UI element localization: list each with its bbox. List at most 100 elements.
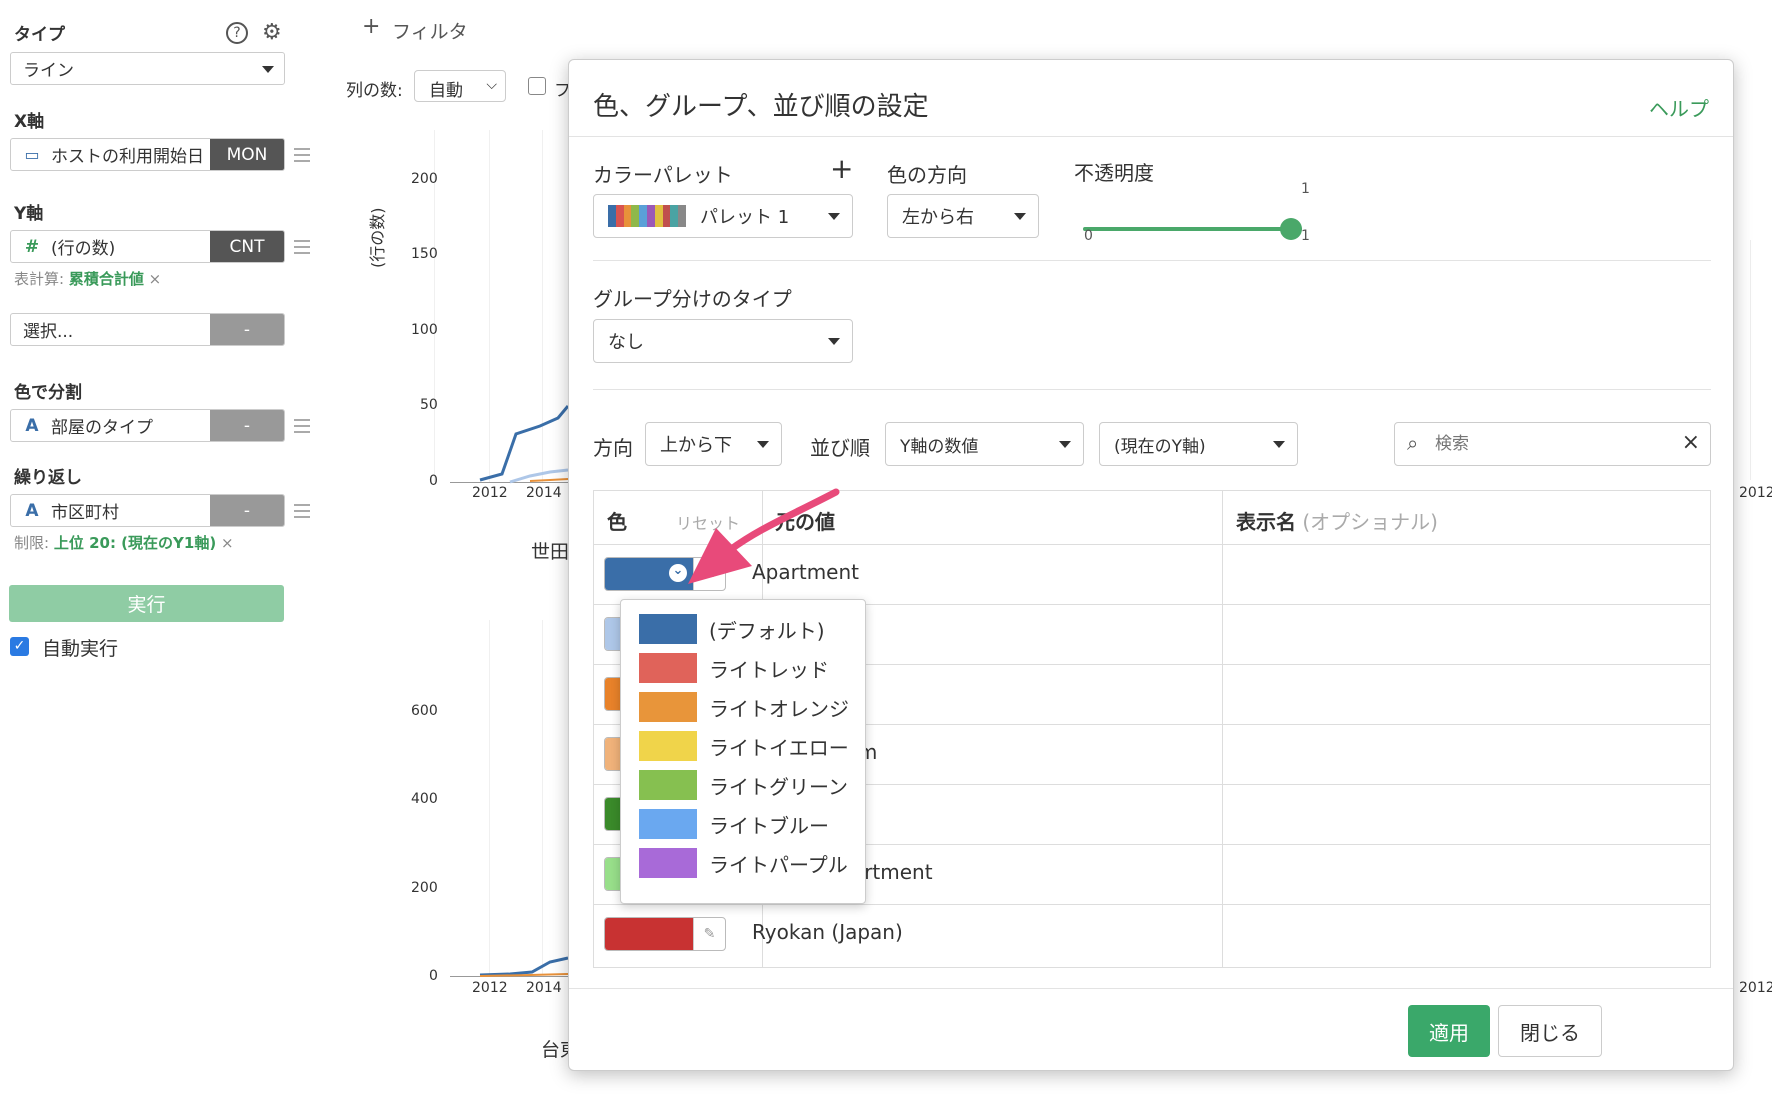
color-split-menu-icon[interactable] — [294, 419, 310, 433]
chevron-down-icon — [828, 213, 840, 220]
row-color-button[interactable]: ✎ — [604, 917, 726, 951]
type-label: タイプ — [14, 25, 65, 45]
x-tick: 2014 — [526, 980, 562, 996]
gear-icon[interactable]: ⚙ — [262, 20, 282, 45]
color-option[interactable]: ライトレッド — [639, 652, 829, 684]
x-axis-field-name: ホストの利用開始日 — [51, 147, 204, 167]
row-display-name-input[interactable] — [1223, 604, 1711, 664]
opacity-slider[interactable] — [1083, 211, 1302, 249]
group-type-select[interactable]: なし — [593, 319, 853, 363]
color-option-label: ライトパープル — [709, 852, 848, 877]
limit-info: 制限: 上位 20: (現在のY1軸) × — [14, 532, 234, 553]
group-type-value: なし — [608, 332, 644, 353]
repeat-field-name: 市区町村 — [51, 503, 119, 523]
opacity-max: 1 — [1301, 228, 1310, 244]
order-direction-label: 方向 — [593, 436, 633, 460]
table-calc-value[interactable]: 累積合計値 — [69, 270, 144, 288]
sort-label: 並び順 — [810, 436, 870, 460]
row-display-name-input[interactable] — [1223, 844, 1711, 904]
color-option-label: ライトグリーン — [709, 774, 848, 799]
color-split-field[interactable]: A 部屋のタイプ - — [10, 409, 285, 442]
color-option-swatch — [639, 653, 697, 683]
color-option[interactable]: ライトブルー — [639, 808, 829, 840]
columns-select[interactable]: 自動 ⌵ — [414, 70, 506, 102]
close-icon[interactable]: × — [149, 270, 162, 288]
extra-field-badge[interactable]: - — [210, 314, 284, 345]
search-icon: ⌕ — [1407, 431, 1419, 455]
opacity-label: 不透明度 — [1074, 161, 1154, 185]
palette-color-swatch — [639, 205, 647, 227]
auto-run-checkbox[interactable]: ✓ — [10, 637, 29, 656]
columns-value: 自動 — [429, 81, 463, 101]
row-color-swatch[interactable] — [605, 918, 693, 950]
row-display-name-input[interactable] — [1223, 664, 1711, 724]
apply-button[interactable]: 適用 — [1408, 1005, 1490, 1057]
chevron-down-icon — [1014, 213, 1026, 220]
eyedropper-icon[interactable]: ✎ — [693, 918, 725, 950]
row-display-name-input[interactable] — [1223, 724, 1711, 784]
chart-type-select[interactable]: ライン — [10, 52, 285, 85]
color-direction-select[interactable]: 左から右 — [887, 194, 1039, 238]
series-line — [479, 956, 569, 977]
table-calc-info: 表計算: 累積合計値 × — [14, 268, 161, 289]
search-box[interactable]: ⌕ × — [1394, 422, 1711, 466]
x-axis-field[interactable]: ▭ ホストの利用開始日 MON — [10, 138, 285, 171]
y-axis-menu-icon[interactable] — [294, 240, 310, 254]
y-axis-field[interactable]: # (行の数) CNT — [10, 230, 285, 263]
color-option-label: ライトブルー — [709, 813, 829, 838]
x-axis-aggregation-badge[interactable]: MON — [210, 139, 284, 170]
palette-label: カラーパレット — [593, 163, 733, 187]
clear-icon[interactable]: × — [1682, 430, 1700, 455]
row-display-name-input[interactable] — [1223, 544, 1711, 604]
extra-field-select[interactable]: 選択... - — [10, 313, 285, 346]
run-button[interactable]: 実行 — [9, 585, 284, 622]
chart-option-checkbox[interactable] — [528, 77, 546, 95]
close-button[interactable]: 閉じる — [1498, 1005, 1602, 1057]
y-tick: 400 — [411, 791, 438, 807]
x-tick: 2014 — [526, 485, 562, 501]
help-icon[interactable]: ? — [226, 22, 248, 44]
facet-title: 世田 — [531, 541, 570, 563]
divider — [569, 988, 1733, 989]
close-icon[interactable]: × — [221, 534, 234, 552]
color-option[interactable]: ライトオレンジ — [639, 691, 849, 723]
display-name-note: (オプショナル) — [1302, 510, 1438, 534]
color-split-badge[interactable]: - — [210, 410, 284, 441]
color-option[interactable]: (デフォルト) — [639, 613, 825, 645]
search-input[interactable] — [1435, 431, 1665, 457]
dialog-title: 色、グループ、並び順の設定 — [593, 92, 929, 122]
y-axis-label: Y軸 — [14, 204, 44, 224]
order-direction-select[interactable]: 上から下 — [645, 422, 782, 466]
filter-button[interactable]: フィルタ — [392, 17, 468, 44]
chevron-down-icon: ⌵ — [486, 77, 497, 93]
add-palette-button[interactable]: + — [830, 152, 853, 185]
text-type-icon: A — [25, 500, 39, 521]
palette-select[interactable]: パレット 1 — [593, 194, 853, 238]
repeat-badge[interactable]: - — [210, 495, 284, 526]
color-option[interactable]: ライトパープル — [639, 847, 848, 879]
sort-select[interactable]: Y軸の数値 — [885, 422, 1084, 466]
color-split-label: 色で分割 — [14, 383, 82, 403]
color-option-label: ライトイエロー — [709, 735, 849, 760]
palette-color-swatch — [631, 205, 640, 227]
palette-strip — [608, 205, 686, 227]
calendar-icon: ▭ — [24, 145, 40, 164]
color-option[interactable]: ライトグリーン — [639, 769, 848, 801]
divider — [569, 136, 1733, 137]
help-link[interactable]: ヘルプ — [1649, 93, 1709, 122]
limit-value[interactable]: 上位 20: (現在のY1軸) — [54, 534, 216, 552]
y-tick: 200 — [411, 880, 438, 896]
y-axis-aggregation-badge[interactable]: CNT — [210, 231, 284, 262]
chevron-down-icon — [1273, 441, 1285, 448]
x-axis-menu-icon[interactable] — [294, 148, 310, 162]
row-display-name-input[interactable] — [1223, 784, 1711, 844]
plus-icon[interactable]: + — [362, 14, 380, 39]
color-option[interactable]: ライトイエロー — [639, 730, 849, 762]
color-option-swatch — [639, 848, 697, 878]
repeat-menu-icon[interactable] — [294, 504, 310, 518]
slider-handle[interactable] — [1280, 218, 1302, 240]
row-display-name-input[interactable] — [1223, 904, 1711, 964]
sort-axis-select[interactable]: (現在のY軸) — [1099, 422, 1298, 466]
limit-prefix: 制限: — [14, 534, 50, 552]
repeat-field[interactable]: A 市区町村 - — [10, 494, 285, 527]
